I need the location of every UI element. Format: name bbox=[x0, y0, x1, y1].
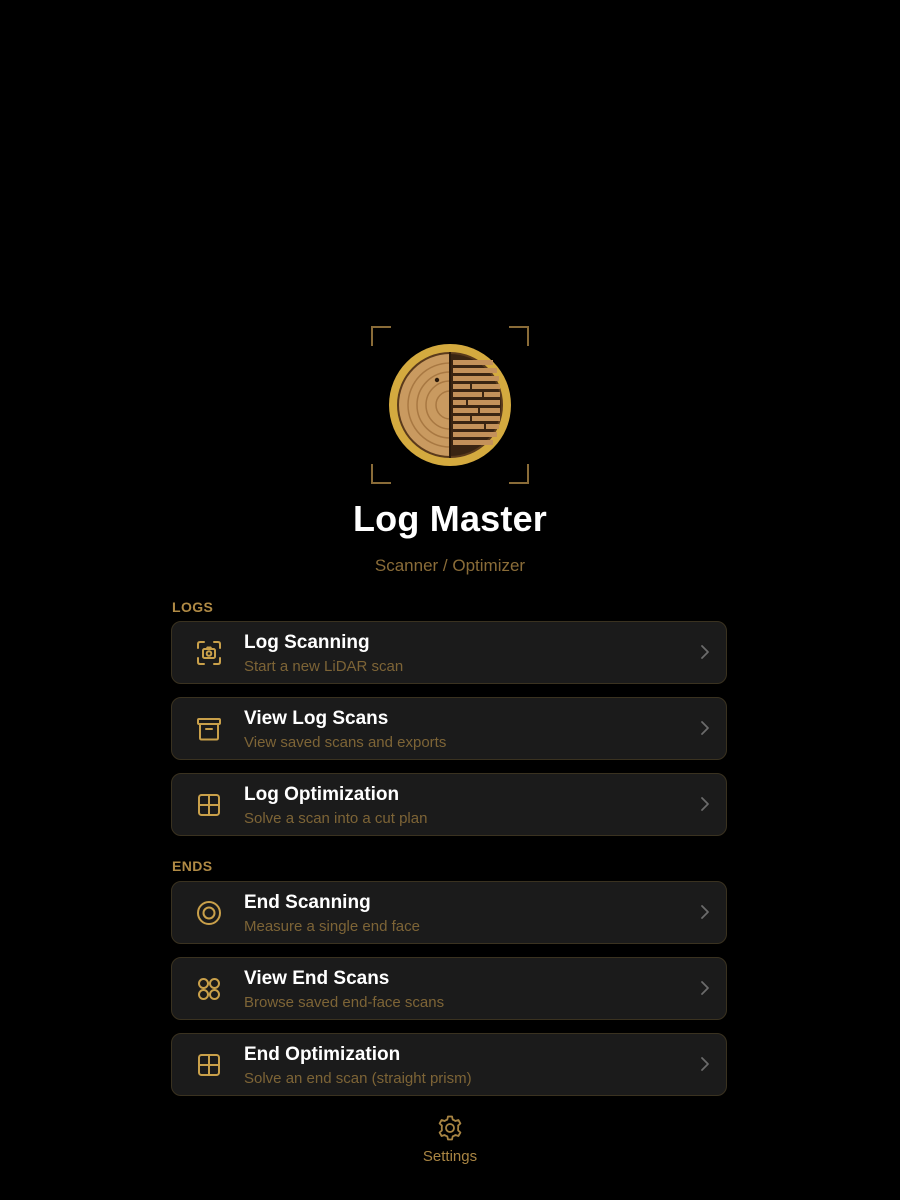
four-circles-icon bbox=[198, 978, 220, 1000]
app-title: Log Master bbox=[352, 498, 548, 539]
chevron-right-icon bbox=[701, 905, 709, 919]
end-optimization-button[interactable]: End Optimization Solve an end scan (stra… bbox=[171, 1033, 727, 1096]
card-subtitle: Browse saved end-face scans bbox=[244, 994, 445, 1011]
camera-scan-icon bbox=[197, 641, 221, 665]
archive-box-icon bbox=[197, 718, 221, 741]
gear-icon bbox=[438, 1115, 462, 1141]
card-title: Log Scanning bbox=[244, 632, 370, 653]
card-title: View End Scans bbox=[244, 968, 390, 989]
card-title: End Optimization bbox=[244, 1044, 401, 1065]
chevron-right-icon bbox=[701, 721, 709, 735]
grid-icon bbox=[198, 1054, 220, 1076]
chevron-right-icon bbox=[701, 797, 709, 811]
card-title: End Scanning bbox=[244, 892, 371, 913]
card-subtitle: View saved scans and exports bbox=[244, 734, 447, 751]
chevron-right-icon bbox=[701, 645, 709, 659]
chevron-right-icon bbox=[701, 981, 709, 995]
app-logo bbox=[371, 326, 529, 484]
card-title: View Log Scans bbox=[244, 708, 389, 729]
log-scanning-button[interactable]: Log Scanning Start a new LiDAR scan bbox=[171, 621, 727, 684]
card-subtitle: Solve a scan into a cut plan bbox=[244, 810, 428, 827]
section-label-ends: ENDS bbox=[172, 858, 213, 874]
view-end-scans-button[interactable]: View End Scans Browse saved end-face sca… bbox=[171, 957, 727, 1020]
end-scanning-button[interactable]: End Scanning Measure a single end face bbox=[171, 881, 727, 944]
settings-button[interactable]: Settings bbox=[400, 1114, 500, 1170]
settings-label: Settings bbox=[422, 1148, 478, 1165]
card-title: Log Optimization bbox=[244, 784, 400, 805]
target-circle-icon bbox=[197, 901, 221, 925]
log-logo-icon bbox=[371, 326, 529, 484]
card-subtitle: Solve an end scan (straight prism) bbox=[244, 1070, 472, 1087]
card-subtitle: Measure a single end face bbox=[244, 918, 420, 935]
log-optimization-button[interactable]: Log Optimization Solve a scan into a cut… bbox=[171, 773, 727, 836]
view-log-scans-button[interactable]: View Log Scans View saved scans and expo… bbox=[171, 697, 727, 760]
chevron-right-icon bbox=[701, 1057, 709, 1071]
app-subtitle: Scanner / Optimizer bbox=[374, 556, 526, 575]
section-label-logs: LOGS bbox=[172, 599, 214, 615]
grid-icon bbox=[198, 794, 220, 816]
card-subtitle: Start a new LiDAR scan bbox=[244, 658, 404, 675]
